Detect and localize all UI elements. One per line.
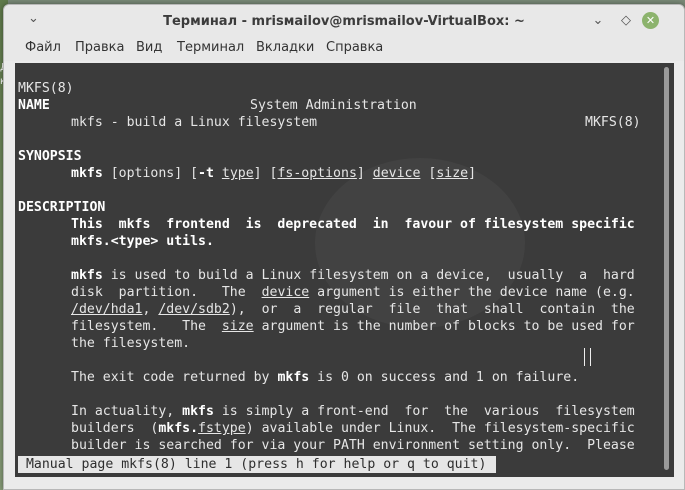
man-header: MKFS(8) System Administration MKFS(8) [18,63,671,130]
arg: type [221,166,254,181]
text: , [142,302,159,317]
arg: fs-options [277,166,357,181]
command: mkfs [71,268,103,283]
desc-line: This mkfs frontend is deprecated in favo… [71,217,635,232]
text: builders ( [71,421,159,436]
command: mkfs [182,404,214,419]
text: [ [420,166,437,181]
arg: /dev/sdb2 [158,302,230,317]
terminal-area[interactable]: MKFS(8) System Administration MKFS(8) NA… [15,63,674,477]
arg: device [372,166,421,181]
text [214,166,222,181]
desc-line: filesystem. The size argument is the num… [71,318,635,335]
close-icon[interactable]: ✕ [642,12,659,29]
command: mkfs [277,370,310,385]
desc-line: builder is searched for via your PATH en… [71,438,635,453]
desc-line: disk partition. The device argument is e… [71,284,635,301]
text-cursor-icon [584,348,591,366]
maximize-icon[interactable]: ◇ [618,13,634,29]
text: argument is the number of blocks to be u… [253,319,635,334]
text: is 0 on success and 1 on failure. [309,370,580,385]
section-heading: DESCRIPTION [18,200,106,215]
text: In actuality, [71,404,183,419]
man-header-right: MKFS(8) [585,115,641,130]
pager-status-line: Manual page mkfs(8) line 1 (press h for … [18,456,496,473]
text: ), or a regular file that shall contain … [229,302,635,317]
desc-line: mkfs is used to build a Linux filesystem… [71,267,635,284]
menu-terminal[interactable]: Терминал [177,40,244,55]
text: disk partition. The [71,285,262,300]
text: argument is either the device name (e.g. [309,285,635,300]
section-heading: NAME [18,98,50,113]
menu-view[interactable]: Вид [136,40,162,55]
text: filesystem. The [71,319,222,334]
desc-line: /dev/hda1, /dev/sdb2), or a regular file… [71,301,635,318]
menu-file[interactable]: Файл [25,40,61,55]
text: ) available under Linux. The filesystem-… [245,421,635,436]
name-text: mkfs - build a Linux filesystem [71,115,318,130]
man-header-center: System Administration [250,98,417,113]
arg: size [221,319,254,334]
menu-tabs[interactable]: Вкладки [256,40,314,55]
desc-line: mkfs.<type> utils. [71,234,214,249]
section-heading: SYNOPSIS [18,149,82,164]
menu-help[interactable]: Справка [326,40,383,55]
text: is used to build a Linux filesystem on a… [102,268,635,283]
minimize-icon[interactable]: ⌄ [590,13,606,29]
terminal-window: ⌄ Терминал - mrisмailov@mrismailov-Virtu… [3,4,685,490]
synopsis-line: mkfs [options] [-t type] [fs-options] de… [71,165,476,182]
text: ] [468,166,477,181]
arg: size [436,166,469,181]
text: The exit code returned by [71,370,278,385]
arg: fstype [198,421,246,436]
desc-line: The exit code returned by mkfs is 0 on s… [71,369,579,386]
man-header-left: MKFS(8) [18,81,74,96]
scrollbar[interactable] [664,67,669,470]
arg: device [261,285,310,300]
title-bar[interactable]: ⌄ Терминал - mrisмailov@mrismailov-Virtu… [4,5,684,37]
menu-edit[interactable]: Правка [75,40,124,55]
text: is simply a front-end for the various fi… [213,404,635,419]
arg: /dev/hda1 [71,302,143,317]
window-title: Терминал - mrisмailov@mrismailov-Virtual… [163,14,525,29]
command: mkfs [71,166,103,181]
desc-line: the filesystem. [71,336,191,351]
text: ] [ [253,166,278,181]
desc-line: In actuality, mkfs is simply a front-end… [71,403,635,420]
desc-line: builders (mkfs.fstype) available under L… [71,420,635,437]
command: mkfs. [158,421,199,436]
text: ] [356,166,373,181]
menu-bar: Файл Правка Вид Терминал Вкладки Справка [4,37,684,61]
flag: -t [198,166,214,181]
text: [options] [ [102,166,199,181]
